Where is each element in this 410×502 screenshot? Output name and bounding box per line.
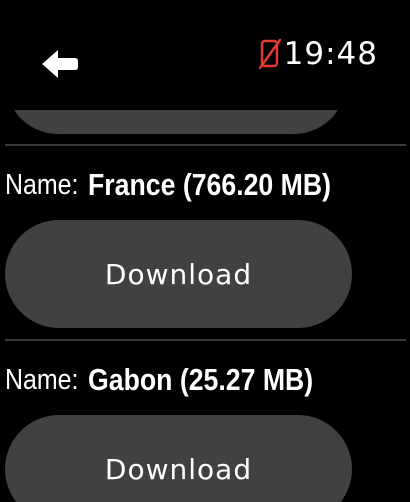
country-name-value: Gabon (25.27 MB)	[88, 362, 314, 397]
divider	[5, 339, 406, 341]
country-name-value: France (766.20 MB)	[88, 167, 332, 202]
download-maps-screen: Name: France (766.20 MB) Download Name: …	[0, 0, 410, 502]
top-bar: 19:48	[0, 0, 410, 110]
name-label: Name:	[5, 168, 79, 201]
divider	[5, 144, 406, 146]
download-label: Download	[104, 452, 253, 486]
back-button[interactable]	[36, 44, 84, 84]
download-button-gabon[interactable]: Download	[5, 415, 352, 502]
list-item-gabon: Name: Gabon (25.27 MB)	[5, 360, 350, 400]
list-item-france: Name: France (766.20 MB)	[5, 165, 371, 205]
name-label: Name:	[5, 363, 79, 396]
back-arrow-icon	[42, 50, 78, 78]
phone-disconnected-icon	[258, 38, 282, 70]
download-label: Download	[104, 257, 253, 291]
clock: 19:48	[283, 36, 378, 72]
download-button-france[interactable]: Download	[5, 220, 352, 328]
status-area: 19:48	[258, 36, 378, 72]
